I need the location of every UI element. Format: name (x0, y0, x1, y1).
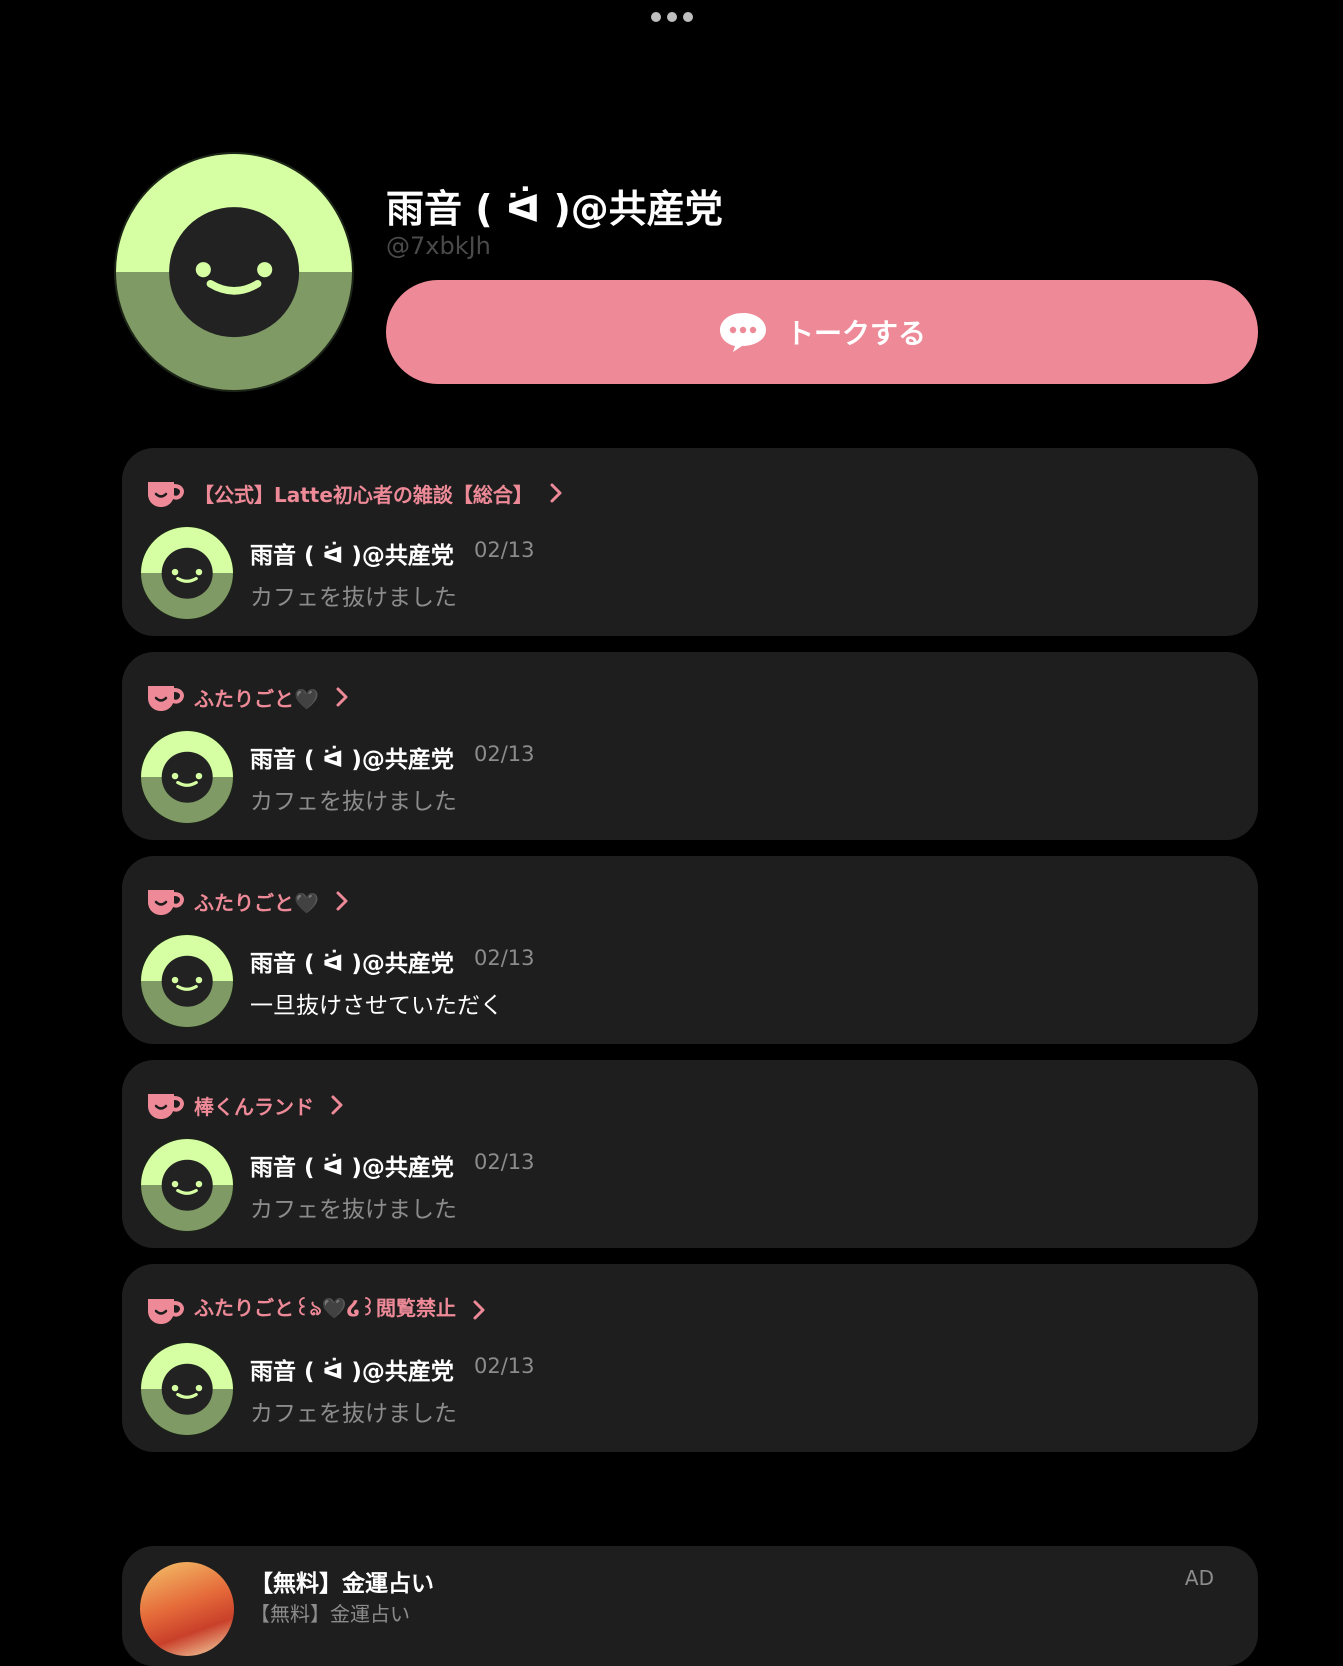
post-message: 一旦抜けさせていただく (250, 993, 503, 1019)
author-avatar[interactable] (140, 1138, 234, 1232)
cafe-link[interactable]: ふたりごと🖤 (144, 680, 351, 714)
post-message: カフェを抜けました (250, 1401, 457, 1427)
cafe-name: ふたりごと꒰ঌ🖤໒꒱閲覧禁止 (194, 1296, 457, 1320)
author-name: 雨音 ( ᐛ )@共産党 (250, 1155, 454, 1181)
post-card[interactable]: ふたりごと🖤 雨音 ( ᐛ )@共産党 02/13 一旦抜けさせていただく (122, 856, 1258, 1044)
ad-title: 【無料】金運占い (250, 1571, 434, 1597)
post-date: 02/13 (474, 742, 535, 766)
post-card[interactable]: 【公式】Latte初心者の雑談【総合】 雨音 ( ᐛ )@共産党 02/13 カ… (122, 448, 1258, 636)
author-avatar[interactable] (140, 934, 234, 1028)
author-name: 雨音 ( ᐛ )@共産党 (250, 1359, 454, 1385)
talk-button[interactable]: トークする (386, 280, 1258, 384)
talk-button-label: トークする (785, 317, 926, 350)
author-name: 雨音 ( ᐛ )@共産党 (250, 543, 454, 569)
cafe-link[interactable]: 【公式】Latte初心者の雑談【総合】 (144, 476, 565, 510)
post-date: 02/13 (474, 1150, 535, 1174)
post-message: カフェを抜けました (250, 1197, 457, 1223)
cafe-link[interactable]: 棒くんランド (144, 1088, 346, 1122)
ad-thumbnail (140, 1562, 234, 1656)
ad-subtitle: 【無料】金運占い (250, 1602, 410, 1626)
coffee-cup-icon (148, 1298, 184, 1324)
coffee-cup-icon (148, 890, 184, 915)
cafe-link[interactable]: ふたりごと🖤 (144, 884, 351, 918)
chevron-right-icon (473, 1300, 485, 1319)
cafe-link[interactable]: ふたりごと꒰ঌ🖤໒꒱閲覧禁止 (144, 1292, 488, 1327)
coffee-cup-icon (148, 482, 184, 507)
author-name: 雨音 ( ᐛ )@共産党 (250, 951, 454, 977)
chat-bubble-icon (719, 313, 766, 352)
profile-handle: @7xbkJh (386, 232, 491, 260)
chevron-right-icon (331, 1095, 343, 1115)
post-date: 02/13 (474, 538, 535, 562)
author-name: 雨音 ( ᐛ )@共産党 (250, 747, 454, 773)
cafe-name: ふたりごと🖤 (194, 686, 319, 711)
cafe-name: ふたりごと🖤 (194, 890, 319, 915)
post-card[interactable]: ふたりごと🖤 雨音 ( ᐛ )@共産党 02/13 カフェを抜けました (122, 652, 1258, 840)
post-message: カフェを抜けました (250, 789, 457, 815)
coffee-cup-icon (148, 1094, 184, 1119)
more-options-icon[interactable] (650, 12, 693, 22)
post-date: 02/13 (474, 1354, 535, 1378)
profile-avatar (114, 152, 354, 392)
author-avatar[interactable] (140, 730, 234, 824)
post-card[interactable]: 棒くんランド 雨音 ( ᐛ )@共産党 02/13 カフェを抜けました (122, 1060, 1258, 1248)
profile-name: 雨音 ( ᐛ )@共産党 (386, 187, 723, 231)
chevron-right-icon (336, 687, 348, 707)
chevron-right-icon (336, 891, 348, 911)
ad-banner[interactable]: 【無料】金運占い 【無料】金運占い AD (122, 1546, 1258, 1666)
ad-label: AD (1184, 1566, 1214, 1590)
author-avatar[interactable] (140, 1342, 234, 1436)
cafe-name: 棒くんランド (194, 1094, 314, 1119)
post-date: 02/13 (474, 946, 535, 970)
cafe-name: 【公式】Latte初心者の雑談【総合】 (194, 482, 533, 507)
post-message: カフェを抜けました (250, 585, 457, 611)
author-avatar[interactable] (140, 526, 234, 620)
chevron-right-icon (550, 483, 562, 503)
coffee-cup-icon (148, 686, 184, 711)
post-card[interactable]: ふたりごと꒰ঌ🖤໒꒱閲覧禁止 雨音 ( ᐛ )@共産党 02/13 カフェを抜け… (122, 1264, 1258, 1452)
